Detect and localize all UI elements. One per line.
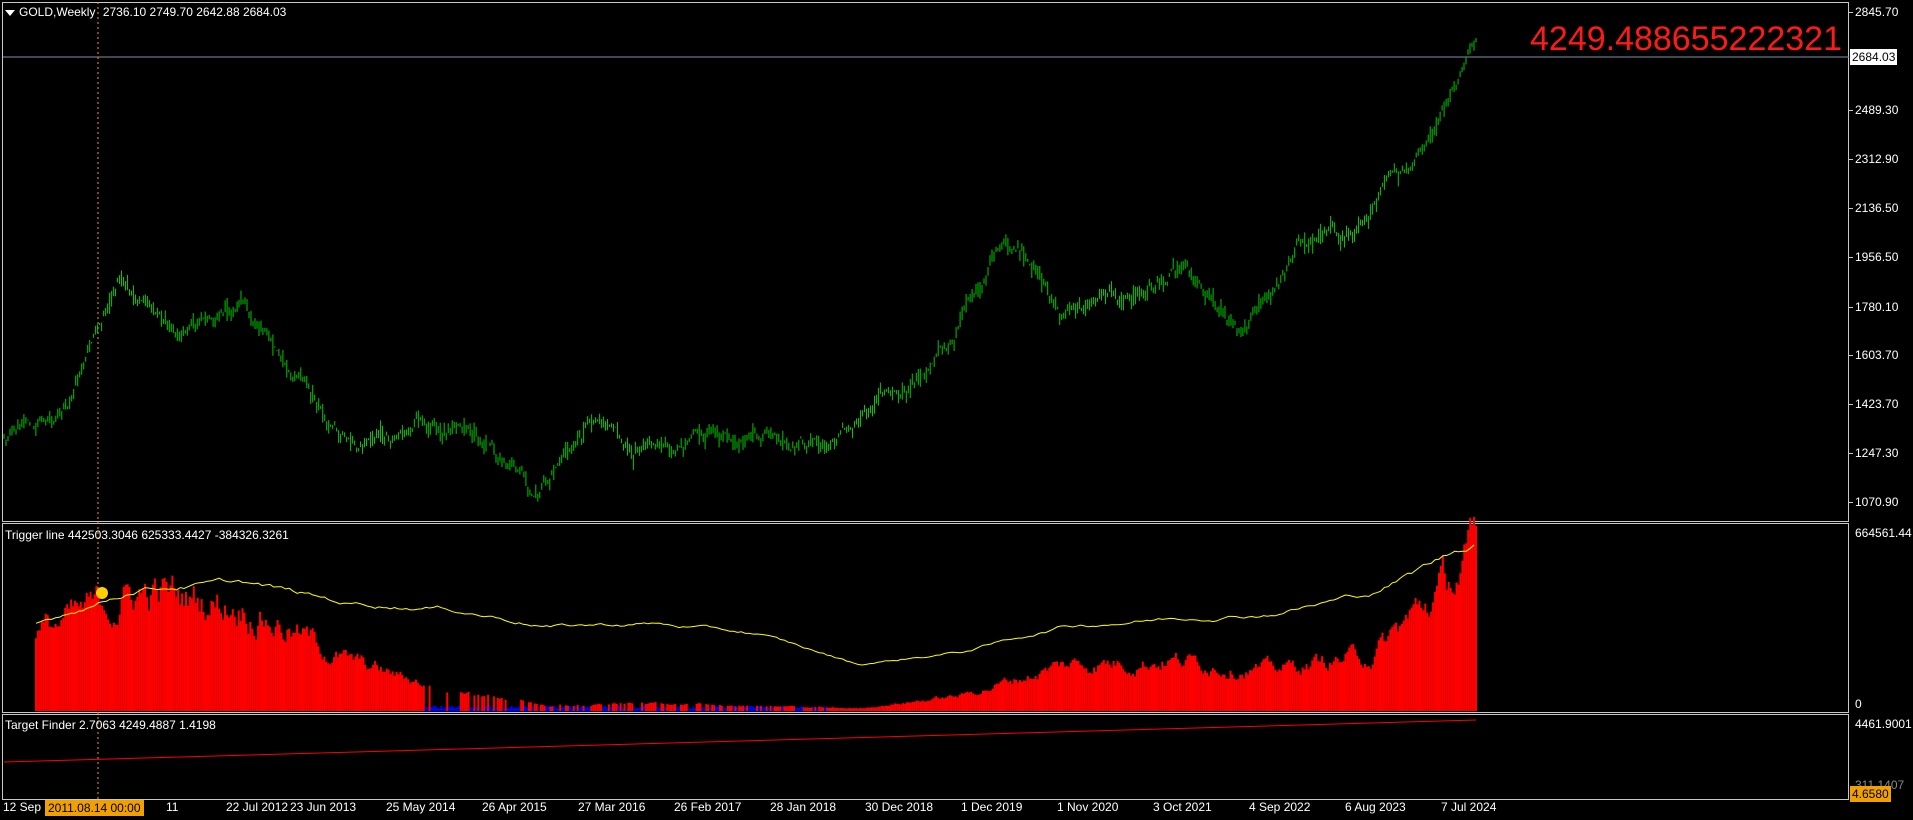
price-axis-tick [1849, 307, 1853, 308]
price-axis-label: 2489.30 [1855, 103, 1899, 117]
price-axis-tick [1849, 355, 1853, 356]
price-axis-tick [1849, 257, 1853, 258]
time-axis-label: 26 Apr 2015 [482, 800, 547, 814]
current-price-tag: 2684.03 [1850, 49, 1898, 65]
price-axis-label: 1247.30 [1855, 446, 1899, 460]
chart-canvas[interactable] [0, 0, 1913, 820]
time-axis-label: 30 Dec 2018 [865, 800, 934, 814]
time-axis-label: 22 Jul 2012 [226, 800, 289, 814]
trigger-line-title: Trigger line 442503.3046 625333.4427 -38… [5, 528, 289, 542]
price-bars [3, 38, 1477, 502]
price-axis-label: 2312.90 [1855, 152, 1899, 166]
time-axis-label: 4 Sep 2022 [1249, 800, 1311, 814]
price-axis-tick [1849, 12, 1853, 13]
target-axis-top: 4461.9001 [1855, 717, 1912, 731]
time-axis-label: 12 Sep [3, 800, 42, 814]
target-value-label: 4249.488655222321 [1530, 20, 1842, 58]
price-axis-tick [1849, 404, 1853, 405]
price-axis-label: 1423.70 [1855, 397, 1899, 411]
collapse-triangle-icon[interactable] [5, 9, 15, 16]
trigger-axis-top: 664561.44 [1855, 526, 1912, 540]
ohlc-values: 2736.10 2749.70 2642.88 2684.03 [102, 5, 287, 19]
time-axis-label: 23 Jun 2013 [290, 800, 357, 814]
time-axis-label: 1 Dec 2019 [961, 800, 1023, 814]
trigger-histogram [35, 516, 1477, 711]
trigger-axis-bottom: 0 [1855, 697, 1862, 711]
cursor-date-tag: 2011.08.14 00:00 [45, 800, 144, 816]
price-axis-tick [1849, 159, 1853, 160]
price-axis-label: 2845.70 [1855, 5, 1899, 19]
chart-header: GOLD,Weekly 2736.10 2749.70 2642.88 2684… [5, 5, 286, 19]
time-axis-label: 7 Jul 2024 [1441, 800, 1497, 814]
time-axis-label: 3 Oct 2021 [1153, 800, 1212, 814]
price-axis-label: 2136.50 [1855, 201, 1899, 215]
price-axis-tick [1849, 453, 1853, 454]
price-axis-tick [1849, 502, 1853, 503]
time-axis-label: 25 May 2014 [386, 800, 456, 814]
symbol-label: GOLD,Weekly [19, 5, 96, 19]
time-axis-label: 6 Aug 2023 [1345, 800, 1406, 814]
signal-star-icon [96, 587, 108, 599]
price-axis-label: 1780.10 [1855, 300, 1899, 314]
time-axis-label: 26 Feb 2017 [674, 800, 742, 814]
target-finder-title: Target Finder 2.7063 4249.4887 1.4198 [5, 718, 216, 732]
price-axis-label: 1603.70 [1855, 348, 1899, 362]
price-axis-tick [1849, 208, 1853, 209]
time-axis-label: 11 [166, 800, 179, 814]
price-axis-tick [1849, 110, 1853, 111]
time-axis-label: 1 Nov 2020 [1057, 800, 1119, 814]
time-axis-label: 27 Mar 2016 [578, 800, 646, 814]
target-axis-bottom-tag: 4.6580 [1850, 786, 1891, 802]
price-axis-label: 1956.50 [1855, 250, 1899, 264]
price-axis-label: 1070.90 [1855, 495, 1899, 509]
target-finder-line [3, 719, 1477, 763]
time-axis-label: 28 Jan 2018 [770, 800, 837, 814]
